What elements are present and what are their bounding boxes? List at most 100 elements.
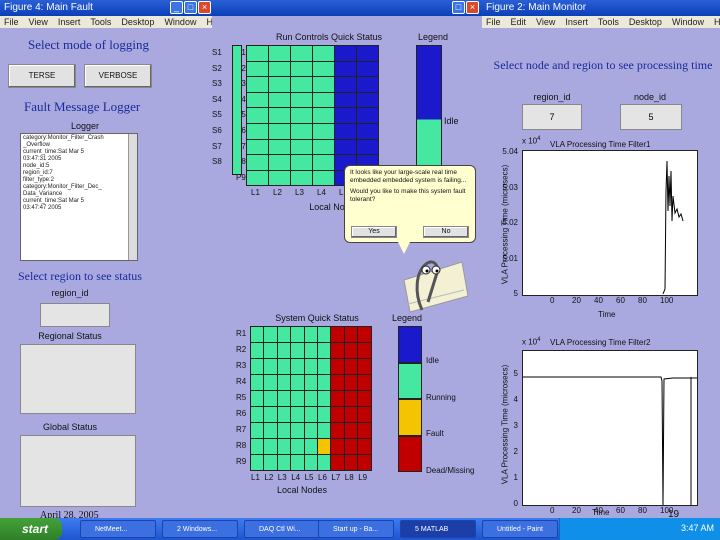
y-tick-label: 2 — [513, 447, 518, 456]
start-button[interactable]: start — [0, 518, 62, 540]
col-label: L3 — [277, 473, 287, 482]
status-cell — [268, 138, 291, 156]
x-tick-label: 60 — [616, 296, 625, 305]
close-button[interactable]: × — [466, 1, 479, 14]
status-cell — [312, 154, 335, 171]
status-cell — [276, 390, 292, 407]
log-line: 03:47:47 2005 — [23, 205, 62, 211]
node-id-input[interactable]: 5 — [620, 104, 682, 130]
status-cell — [246, 123, 269, 140]
x-tick-label: 60 — [616, 506, 625, 515]
node-id-value: 5 — [648, 112, 654, 122]
region-id-label: region_id — [51, 288, 89, 298]
x-tick-label: 100 — [660, 296, 674, 305]
status-cell — [357, 342, 372, 359]
node-region-heading: Select node and region to see processing… — [493, 58, 713, 72]
status-cell — [317, 326, 332, 343]
taskbar-task[interactable]: DAQ Ctl Wi... — [244, 520, 320, 538]
logger-label: Logger — [70, 121, 100, 131]
region-id-field[interactable] — [40, 303, 110, 327]
status-cell — [330, 326, 345, 343]
top-legend-title: Legend — [417, 32, 449, 42]
status-cell — [263, 390, 278, 407]
menu-item[interactable]: Tools — [598, 16, 619, 28]
clippy-no-button[interactable]: No — [423, 226, 469, 238]
status-cell — [246, 45, 269, 62]
log-line: _Overflow — [23, 142, 51, 148]
taskbar-task[interactable]: 2 Windows... — [162, 520, 238, 538]
legend-swatch — [398, 362, 422, 399]
menu-item[interactable]: Desktop — [121, 16, 154, 28]
maximize-button[interactable]: □ — [452, 1, 465, 14]
taskbar-task[interactable]: Start up - Ba... — [318, 520, 394, 538]
logger-heading: Fault Message Logger — [24, 99, 141, 114]
node-id-label: node_id — [633, 92, 667, 102]
status-cell — [290, 374, 305, 391]
region-id-input[interactable]: 7 — [522, 104, 582, 130]
log-line: node_id:5 — [23, 163, 50, 169]
status-cell — [357, 326, 372, 343]
status-cell — [334, 76, 357, 93]
y-tick-label: 0 — [513, 499, 518, 508]
taskbar: start NetMeet... 2 Windows... DAQ Ctl Wi..… — [0, 518, 720, 540]
menu-item[interactable]: View — [536, 16, 555, 28]
menu-item[interactable]: File — [4, 16, 19, 28]
clippy-paperclip-icon — [403, 260, 469, 313]
logger-listbox[interactable]: category:Monitor_Filter_Crash _Overflow cu… — [20, 133, 138, 261]
clippy-yes-button[interactable]: Yes — [351, 226, 397, 238]
status-cell — [343, 374, 359, 391]
status-cell — [334, 123, 357, 140]
logger-scrollbar[interactable] — [128, 134, 137, 260]
status-cell — [343, 326, 359, 343]
right-window-title: Figure 2: Main Monitor — [486, 2, 587, 13]
row-label: S3 — [212, 79, 222, 89]
status-cell — [276, 358, 292, 375]
status-cell — [356, 138, 379, 156]
left-window-controls: _ □ × — [170, 1, 211, 14]
status-cell — [334, 138, 357, 156]
taskbar-task[interactable]: NetMeet... — [80, 520, 156, 538]
taskbar-task[interactable]: 5 MATLAB — [400, 520, 476, 538]
status-cell — [312, 60, 335, 78]
menu-item[interactable]: Window — [672, 16, 704, 28]
col-label: L9 — [358, 473, 368, 482]
y-tick-label: 5 — [513, 289, 518, 298]
terse-button[interactable]: TERSE — [8, 64, 76, 88]
status-cell — [263, 406, 278, 423]
status-cell — [250, 374, 265, 391]
status-cell — [276, 374, 292, 391]
menu-item[interactable]: Insert — [565, 16, 588, 28]
plot1-xlabel: Time — [598, 310, 616, 319]
status-cell — [317, 422, 332, 439]
legend-label: Running — [426, 392, 456, 402]
maximize-button[interactable]: □ — [184, 1, 197, 14]
menu-item[interactable]: Help — [714, 16, 720, 28]
menu-item[interactable]: File — [486, 16, 501, 28]
status-cell — [330, 406, 345, 423]
middle-window-titlebar — [212, 0, 482, 16]
col-label: L7 — [331, 473, 341, 482]
menu-item[interactable]: Insert — [58, 16, 81, 28]
status-cell — [330, 358, 345, 375]
status-cell — [268, 107, 291, 124]
verbose-button[interactable]: VERBOSE — [84, 64, 152, 88]
top-legend-idle-label: Idle — [444, 116, 459, 126]
status-cell — [290, 358, 305, 375]
menu-item[interactable]: View — [29, 16, 48, 28]
log-line: Data_Variance — [23, 191, 63, 197]
status-cell — [276, 438, 292, 455]
menu-item[interactable]: Window — [164, 16, 196, 28]
menu-item[interactable]: Desktop — [629, 16, 662, 28]
menu-item[interactable]: Edit — [511, 16, 527, 28]
taskbar-task[interactable]: Untitled - Paint — [482, 520, 558, 538]
x-tick-label: 0 — [550, 506, 555, 515]
close-button[interactable]: × — [198, 1, 211, 14]
minimize-button[interactable]: _ — [170, 1, 183, 14]
clippy-dialog: It looks like your large-scale real time… — [344, 165, 476, 243]
status-cell — [290, 438, 305, 455]
status-cell — [303, 342, 318, 359]
menu-item[interactable]: Tools — [90, 16, 111, 28]
row-label: R3 — [236, 361, 247, 370]
status-cell — [290, 154, 313, 171]
right-window-titlebar: Figure 2: Main Monitor — [482, 0, 720, 16]
